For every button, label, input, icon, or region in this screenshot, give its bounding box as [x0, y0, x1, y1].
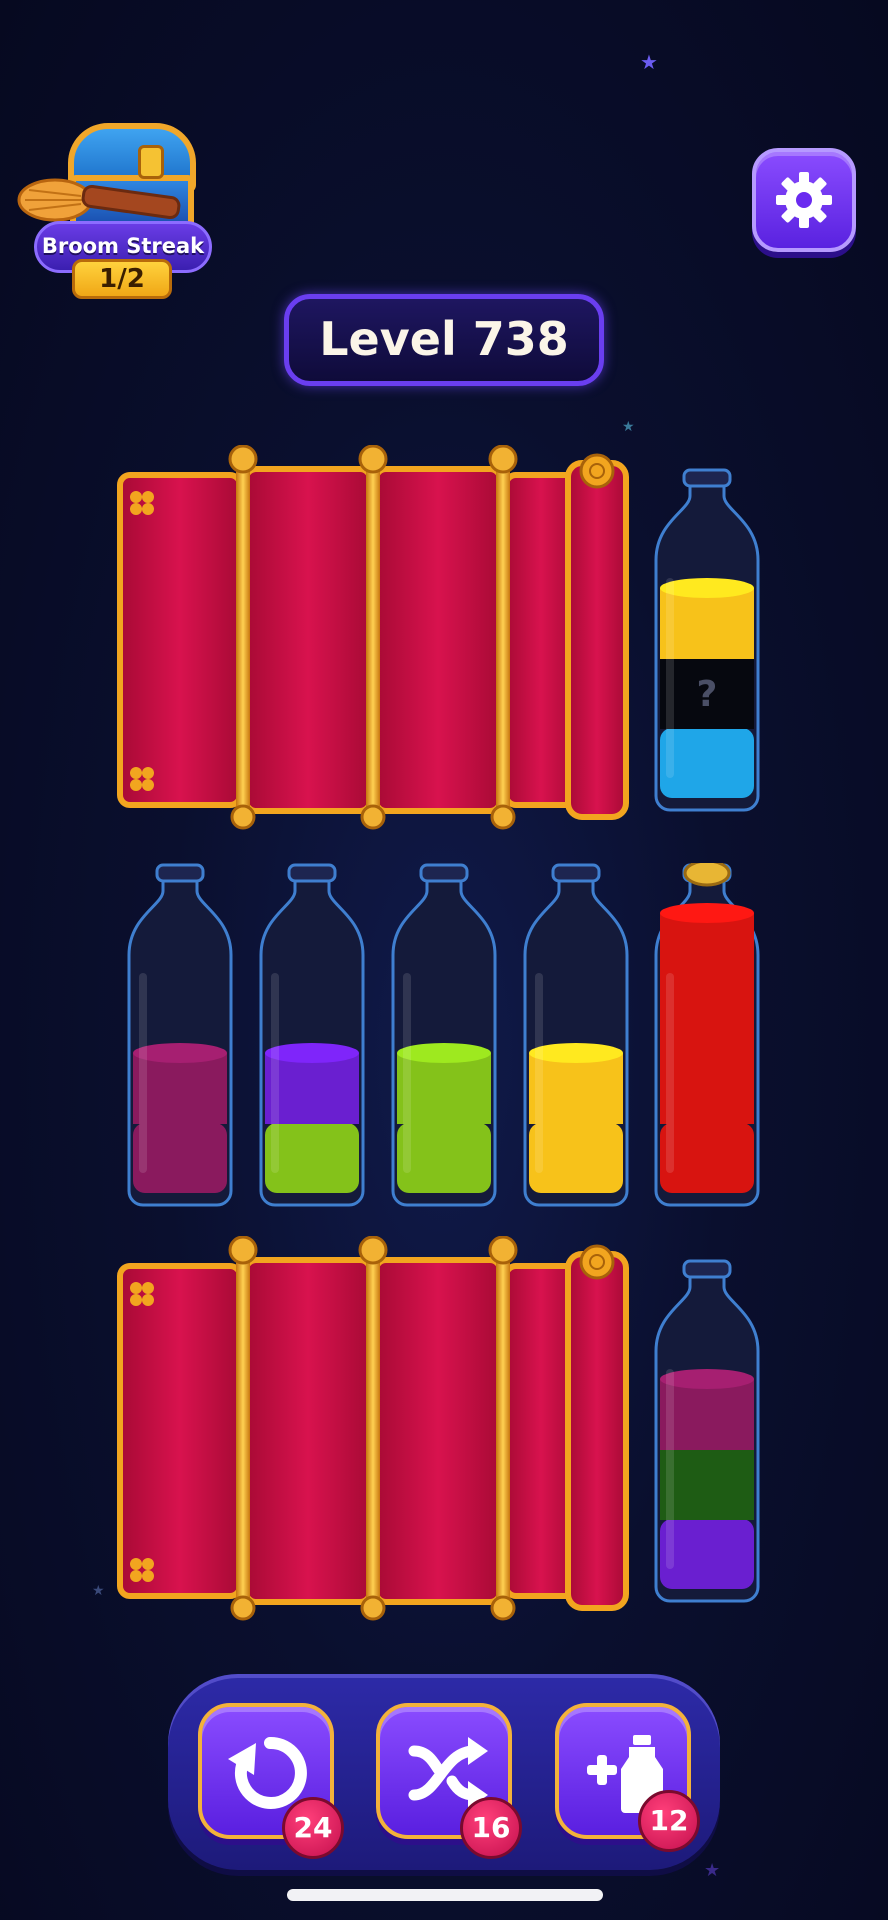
liquid-layer-lime — [397, 1053, 491, 1124]
liquid-layer-lime — [397, 1123, 491, 1193]
liquid-layer-dark_green — [660, 1449, 754, 1520]
liquid-layer-red — [660, 1053, 754, 1124]
bottle-bottom-right[interactable] — [652, 1259, 762, 1604]
liquid-layer-purple — [265, 1053, 359, 1124]
star-decoration: ★ — [92, 1583, 105, 1599]
level-title: Level 738 — [284, 294, 604, 386]
liquid-layer-lime — [265, 1123, 359, 1193]
bottle-top-right[interactable]: ? — [652, 468, 762, 813]
liquid-surface — [265, 1043, 359, 1063]
add-bottle-count-badge: 12 — [638, 1790, 700, 1852]
broom-streak-widget[interactable]: Broom Streak 1/2 — [10, 115, 212, 300]
undo-count-badge: 24 — [282, 1797, 344, 1859]
liquid-layer-magenta — [133, 1123, 227, 1193]
liquid-layer-yellow — [529, 1123, 623, 1193]
liquid-layer-red — [660, 913, 754, 984]
liquid-layer-yellow — [529, 1053, 623, 1124]
cork-icon — [683, 859, 731, 887]
streak-progress: 1/2 — [72, 259, 172, 299]
liquid-surface — [660, 578, 754, 598]
star-decoration: ★ — [622, 419, 635, 435]
bottle-middle-3[interactable] — [389, 863, 499, 1208]
home-indicator — [287, 1889, 603, 1901]
star-decoration: ★ — [640, 50, 658, 74]
hidden-layer-marker: ? — [697, 674, 718, 715]
bottle-middle-4[interactable] — [521, 863, 631, 1208]
liquid-layer-purple — [660, 1519, 754, 1589]
shuffle-count-badge: 16 — [460, 1797, 522, 1859]
liquid-layer-yellow — [660, 588, 754, 659]
bottle-middle-1[interactable] — [125, 863, 235, 1208]
liquid-layer-cyan — [660, 728, 754, 798]
curtain-top — [117, 445, 629, 830]
liquid-layer-magenta — [660, 1379, 754, 1450]
liquid-layer-red — [660, 1123, 754, 1193]
curtain-bottom — [117, 1236, 629, 1621]
bottle-middle-2[interactable] — [257, 863, 367, 1208]
liquid-surface — [660, 903, 754, 923]
bottle-middle-5[interactable] — [652, 859, 762, 1208]
gear-icon — [776, 172, 832, 228]
liquid-layer-magenta — [133, 1053, 227, 1124]
liquid-layer-red — [660, 983, 754, 1054]
settings-button[interactable] — [752, 148, 856, 252]
liquid-surface — [529, 1043, 623, 1063]
liquid-surface — [133, 1043, 227, 1063]
star-decoration: ★ — [704, 1860, 721, 1881]
liquid-surface — [397, 1043, 491, 1063]
liquid-surface — [660, 1369, 754, 1389]
